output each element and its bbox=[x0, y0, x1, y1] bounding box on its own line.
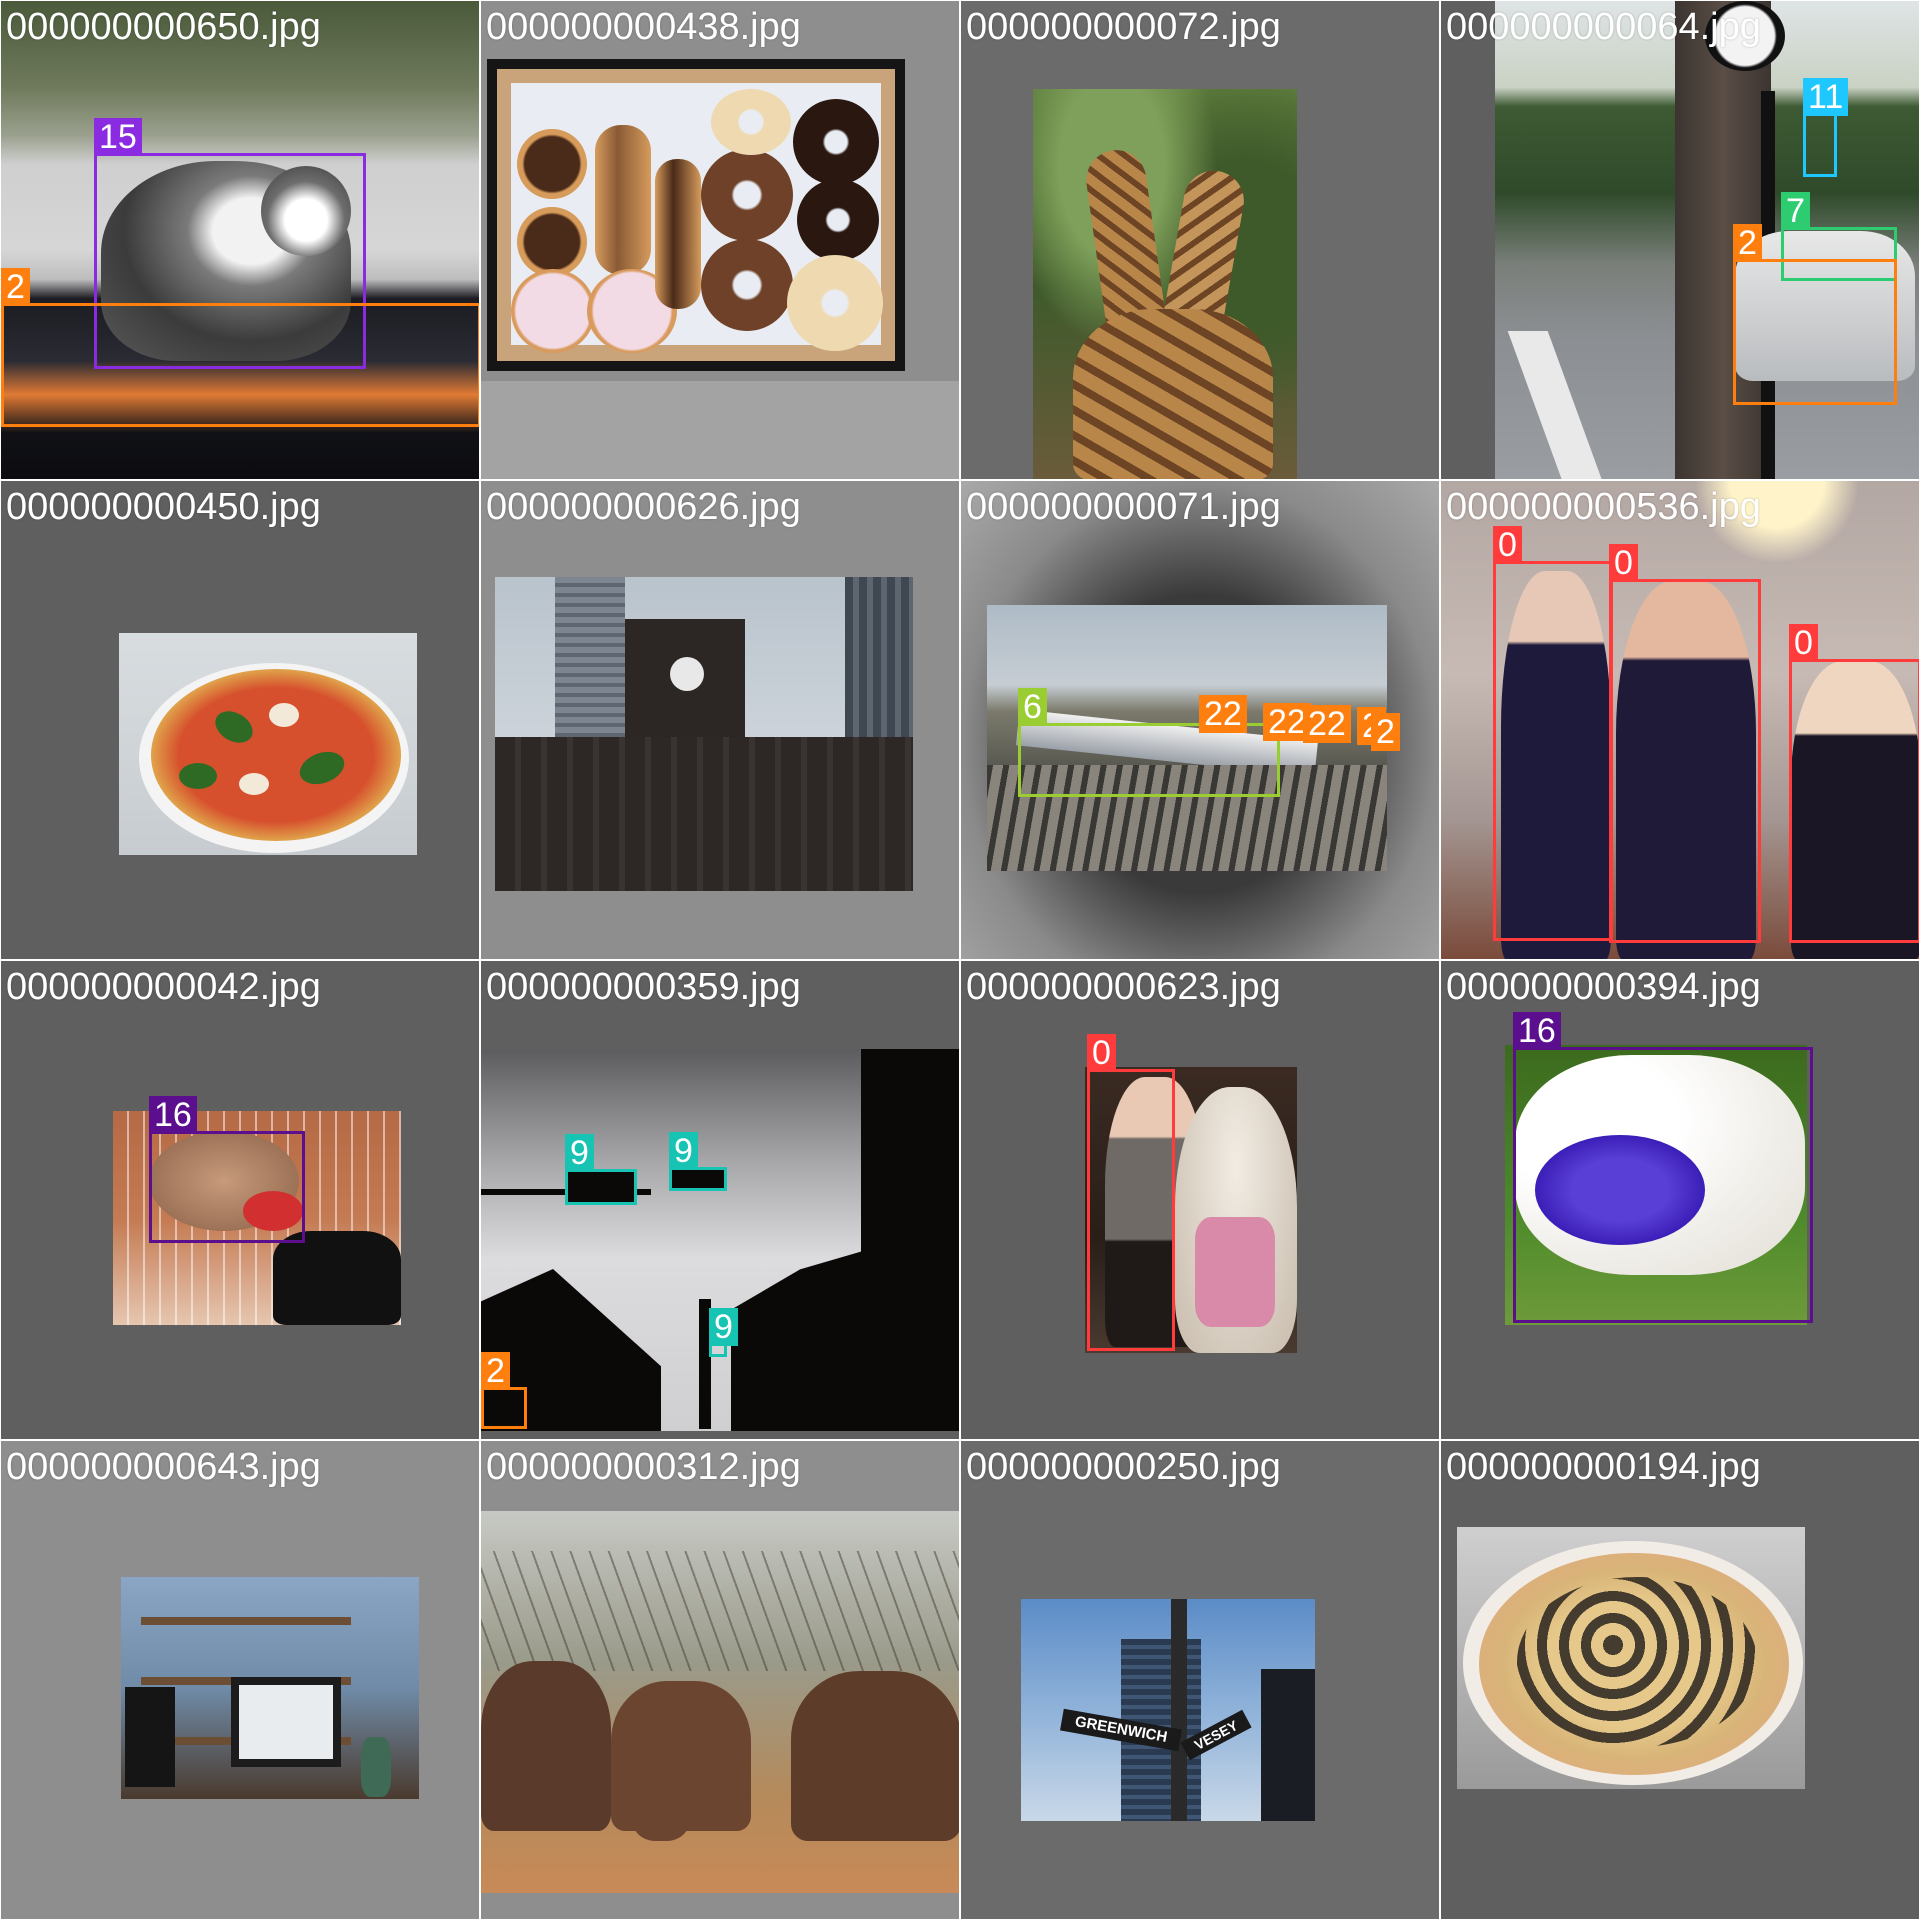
bbox-object[interactable]: 22 bbox=[1263, 703, 1311, 741]
image-computer-desk bbox=[121, 1577, 419, 1799]
bbox-parking-meter[interactable]: 11 bbox=[1803, 78, 1849, 177]
filename-label: 000000000042.jpg bbox=[6, 966, 321, 1008]
bbox-class-label: 0 bbox=[1609, 544, 1638, 582]
bbox-person[interactable]: 0 bbox=[1609, 544, 1761, 943]
tile-000000000071[interactable]: 000000000071.jpg 6 22 22 22 2 2 bbox=[960, 480, 1440, 960]
image-elephants bbox=[481, 1511, 959, 1893]
image-pizza-margherita bbox=[119, 633, 417, 855]
bbox-object[interactable]: 2 bbox=[1371, 713, 1400, 751]
bbox-car[interactable]: 2 bbox=[1, 268, 479, 427]
image-traffic-lights bbox=[481, 1049, 959, 1431]
filename-label: 000000000626.jpg bbox=[486, 486, 801, 528]
filename-label: 000000000394.jpg bbox=[1446, 966, 1761, 1008]
filename-label: 000000000071.jpg bbox=[966, 486, 1281, 528]
tile-000000000536[interactable]: 000000000536.jpg 0 0 0 bbox=[1440, 480, 1920, 960]
tile-000000000312[interactable]: 000000000312.jpg bbox=[480, 1440, 960, 1920]
tile-000000000072[interactable]: 000000000072.jpg bbox=[960, 0, 1440, 480]
tile-000000000623[interactable]: 000000000623.jpg 0 bbox=[960, 960, 1440, 1440]
bbox-class-label: 2 bbox=[1, 268, 30, 306]
bbox-traffic-light[interactable]: 9 bbox=[709, 1308, 738, 1357]
bbox-traffic-light[interactable]: 9 bbox=[565, 1134, 637, 1205]
bbox-class-label: 16 bbox=[1513, 1012, 1561, 1050]
image-street-sign: GREENWICH VESEY bbox=[1021, 1599, 1315, 1821]
bbox-person[interactable]: 0 bbox=[1493, 526, 1613, 941]
tile-000000000643[interactable]: 000000000643.jpg bbox=[0, 1440, 480, 1920]
image-pizza bbox=[1457, 1527, 1805, 1789]
bbox-class-label: 6 bbox=[1018, 688, 1047, 726]
filename-label: 000000000438.jpg bbox=[486, 6, 801, 48]
tile-000000000450[interactable]: 000000000450.jpg bbox=[0, 480, 480, 960]
tile-000000000359[interactable]: 000000000359.jpg 9 9 9 2 bbox=[480, 960, 960, 1440]
bbox-class-label: 7 bbox=[1781, 192, 1810, 230]
filename-label: 000000000194.jpg bbox=[1446, 1446, 1761, 1488]
filename-label: 000000000643.jpg bbox=[6, 1446, 321, 1488]
bbox-car[interactable]: 2 bbox=[1733, 224, 1897, 405]
bbox-class-label: 2 bbox=[1371, 713, 1400, 751]
tile-000000000194[interactable]: 000000000194.jpg bbox=[1440, 1440, 1920, 1920]
bbox-class-label: 22 bbox=[1199, 695, 1247, 733]
bbox-car[interactable]: 2 bbox=[481, 1352, 527, 1429]
bbox-class-label: 2 bbox=[1733, 224, 1762, 262]
filename-label: 000000000450.jpg bbox=[6, 486, 321, 528]
bbox-class-label: 15 bbox=[94, 118, 142, 156]
bbox-class-label: 9 bbox=[709, 1308, 738, 1346]
bbox-class-label: 16 bbox=[149, 1096, 197, 1134]
tile-000000000064[interactable]: 000000000064.jpg 11 7 2 bbox=[1440, 0, 1920, 480]
bbox-class-label: 0 bbox=[1493, 526, 1522, 564]
image-donut-box bbox=[487, 59, 905, 371]
bbox-class-label: 0 bbox=[1087, 1034, 1116, 1072]
tile-000000000626[interactable]: 000000000626.jpg bbox=[480, 480, 960, 960]
bbox-object[interactable]: 22 bbox=[1303, 705, 1351, 743]
bbox-class-label: 22 bbox=[1303, 705, 1351, 743]
image-giraffes bbox=[1033, 89, 1297, 479]
bbox-class-label: 9 bbox=[669, 1132, 698, 1170]
bbox-class-label: 11 bbox=[1803, 78, 1849, 116]
filename-label: 000000000250.jpg bbox=[966, 1446, 1281, 1488]
tile-000000000394[interactable]: 000000000394.jpg 16 bbox=[1440, 960, 1920, 1440]
filename-label: 000000000072.jpg bbox=[966, 6, 1281, 48]
image-clock-tower bbox=[495, 577, 913, 891]
bbox-dog[interactable]: 16 bbox=[1513, 1012, 1813, 1323]
filename-label: 000000000359.jpg bbox=[486, 966, 801, 1008]
bbox-class-label: 0 bbox=[1789, 624, 1818, 662]
tile-000000000042[interactable]: 000000000042.jpg 16 bbox=[0, 960, 480, 1440]
bbox-person[interactable]: 0 bbox=[1087, 1034, 1175, 1351]
filename-label: 000000000536.jpg bbox=[1446, 486, 1761, 528]
filename-label: 000000000312.jpg bbox=[486, 1446, 801, 1488]
bbox-class-label: 2 bbox=[481, 1352, 510, 1390]
filename-label: 000000000650.jpg bbox=[6, 6, 321, 48]
bbox-object[interactable]: 22 bbox=[1199, 695, 1247, 733]
bbox-train[interactable]: 6 bbox=[1018, 688, 1280, 797]
filename-label: 000000000064.jpg bbox=[1446, 6, 1761, 48]
tile-000000000650[interactable]: 000000000650.jpg 15 2 bbox=[0, 0, 480, 480]
bbox-class-label: 9 bbox=[565, 1134, 594, 1172]
bbox-dog[interactable]: 16 bbox=[149, 1096, 305, 1243]
filename-label: 000000000623.jpg bbox=[966, 966, 1281, 1008]
mosaic-grid: 000000000650.jpg 15 2 000000000438.jpg 0… bbox=[0, 0, 1920, 1920]
tile-000000000250[interactable]: GREENWICH VESEY 000000000250.jpg bbox=[960, 1440, 1440, 1920]
bbox-person[interactable]: 0 bbox=[1789, 624, 1919, 943]
bbox-traffic-light[interactable]: 9 bbox=[669, 1132, 727, 1191]
tile-000000000438[interactable]: 000000000438.jpg bbox=[480, 0, 960, 480]
